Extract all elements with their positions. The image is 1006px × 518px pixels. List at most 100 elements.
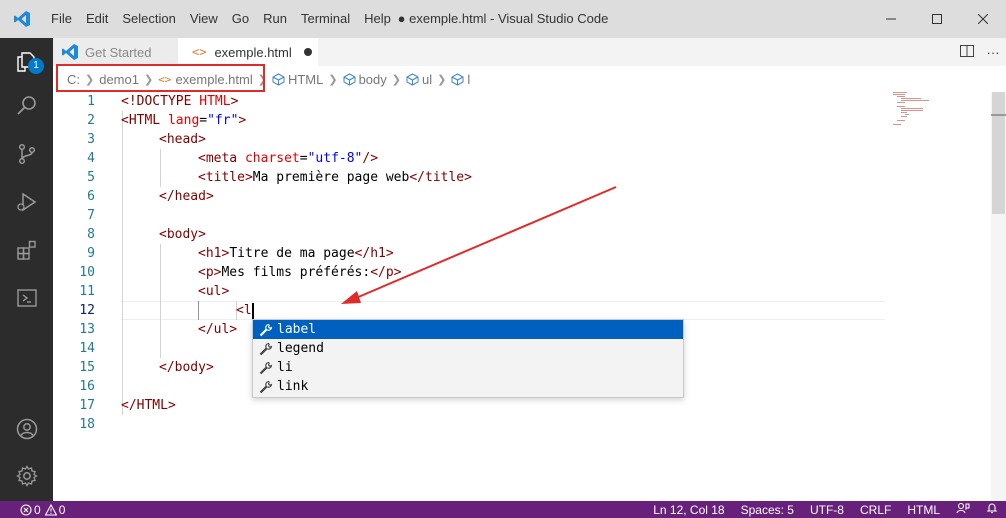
code-editor[interactable]: 1 2 3 4 5 6 7 8 9 10 11 12 13 14 15 16 1…	[53, 92, 1006, 501]
vertical-scrollbar[interactable]	[991, 92, 1006, 501]
line-number-gutter: 1 2 3 4 5 6 7 8 9 10 11 12 13 14 15 16 1…	[53, 92, 103, 501]
run-debug-icon[interactable]	[0, 178, 53, 226]
element-icon	[343, 72, 356, 86]
minimize-button[interactable]	[868, 0, 914, 38]
chevron-right-icon: ❯	[391, 73, 401, 86]
code-token: />	[362, 151, 379, 166]
minimize-icon	[886, 18, 896, 20]
close-button[interactable]	[960, 0, 1006, 38]
end-of-line[interactable]: CRLF	[852, 503, 899, 517]
menu-selection[interactable]: Selection	[115, 0, 182, 38]
minimap-line	[905, 114, 909, 115]
minimap-line	[897, 120, 905, 121]
element-icon	[451, 72, 464, 86]
menu-view[interactable]: View	[183, 0, 225, 38]
line-number: 8	[87, 227, 95, 242]
code-line: <head>	[159, 130, 206, 149]
autocomplete-suggestions: label legend li link	[252, 319, 684, 398]
status-bar: 0 0 Ln 12, Col 18 Spaces: 5 UTF-8 CRLF H…	[0, 501, 1006, 518]
feedback-icon[interactable]	[948, 502, 978, 517]
code-token: </title>	[409, 170, 472, 185]
vscode-logo-icon[interactable]	[0, 0, 44, 38]
title-bar: File Edit Selection View Go Run Terminal…	[0, 0, 1006, 38]
minimap-line	[893, 92, 907, 93]
scrollbar-thumb[interactable]	[992, 92, 1005, 214]
breadcrumb-file[interactable]: <> exemple.html	[158, 72, 253, 87]
menu-help[interactable]: Help	[357, 0, 398, 38]
minimap-line	[901, 98, 921, 99]
code-token: lang	[167, 113, 200, 128]
more-actions-icon[interactable]: ···	[980, 45, 1006, 60]
breadcrumb-symbol-ul[interactable]: ul	[406, 72, 432, 87]
code-line: </HTML>	[121, 396, 176, 415]
breadcrumb-symbol-l[interactable]: l	[451, 72, 470, 87]
source-control-icon[interactable]	[0, 130, 53, 178]
code-token: </head>	[159, 189, 214, 204]
chevron-right-icon: ❯	[328, 73, 338, 86]
maximize-button[interactable]	[914, 0, 960, 38]
tab-get-started[interactable]: Get Started	[53, 38, 178, 66]
breadcrumb-drive[interactable]: C:	[67, 72, 80, 87]
menu-terminal[interactable]: Terminal	[294, 0, 357, 38]
breadcrumb-folder[interactable]: demo1	[99, 72, 139, 87]
account-icon[interactable]	[0, 405, 53, 453]
code-token: <head>	[159, 132, 206, 147]
minimap-line	[897, 102, 905, 103]
remote-explorer-icon[interactable]	[0, 274, 53, 322]
breadcrumb-symbol-body[interactable]: body	[343, 72, 387, 87]
code-token: <h1>	[198, 246, 230, 261]
suggestion-item[interactable]: link	[253, 377, 683, 396]
tab-exemple-html[interactable]: <> exemple.html	[178, 38, 318, 66]
minimap-line	[901, 112, 907, 113]
line-number: 2	[87, 113, 95, 128]
notifications-bell-icon[interactable]	[978, 502, 1006, 517]
chevron-right-icon: ❯	[257, 73, 267, 86]
files-icon[interactable]: 1	[0, 38, 53, 86]
suggestion-item[interactable]: li	[253, 358, 683, 377]
encoding[interactable]: UTF-8	[802, 503, 852, 517]
menu-file[interactable]: File	[44, 0, 79, 38]
suggestion-label: link	[277, 379, 309, 394]
line-number-active: 12	[79, 303, 95, 318]
menu-run[interactable]: Run	[256, 0, 294, 38]
menu-bar: File Edit Selection View Go Run Terminal…	[44, 0, 398, 38]
breadcrumb-symbol-label: body	[358, 71, 387, 87]
menu-edit[interactable]: Edit	[79, 0, 115, 38]
vscode-logo-icon	[62, 44, 78, 60]
language-mode[interactable]: HTML	[899, 503, 948, 517]
indent-guide	[160, 244, 161, 358]
code-line: </body>	[159, 358, 214, 377]
scrollbar-cursor-marker	[991, 114, 1006, 116]
breadcrumb-symbol-label: HTML	[287, 71, 324, 87]
element-icon	[406, 72, 419, 86]
breadcrumb-symbol-label: l	[467, 71, 471, 87]
maximize-icon	[932, 14, 942, 24]
code-token: Titre de ma page	[229, 246, 355, 261]
split-editor-icon[interactable]	[954, 44, 980, 61]
unsaved-dot-icon[interactable]	[303, 48, 312, 56]
menu-go[interactable]: Go	[225, 0, 256, 38]
indentation[interactable]: Spaces: 5	[733, 503, 802, 517]
indent-guide	[122, 111, 123, 415]
line-number: 1	[87, 94, 95, 109]
problems-indicator[interactable]: 0 0	[0, 503, 65, 517]
code-token: <HTML	[121, 113, 168, 128]
activity-bar: 1	[0, 38, 53, 501]
breadcrumb-symbol-html[interactable]: HTML	[272, 72, 323, 87]
code-line: <p>Mes films préférés:</p>	[198, 263, 402, 282]
code-token: <meta	[198, 151, 245, 166]
suggestion-label: legend	[277, 341, 324, 356]
code-line: <l	[236, 301, 254, 320]
warning-count: 0	[58, 502, 66, 517]
suggestion-item[interactable]: label	[253, 320, 683, 339]
code-line: <h1>Titre de ma page</h1>	[198, 244, 394, 263]
search-icon[interactable]	[0, 82, 53, 130]
cursor-position[interactable]: Ln 12, Col 18	[645, 503, 732, 517]
extensions-icon[interactable]	[0, 226, 53, 274]
minimap[interactable]	[891, 92, 991, 132]
status-bar-right: Ln 12, Col 18 Spaces: 5 UTF-8 CRLF HTML	[645, 501, 1006, 518]
wrench-icon	[257, 322, 275, 338]
line-number: 13	[79, 322, 95, 337]
suggestion-item[interactable]: legend	[253, 339, 683, 358]
settings-gear-icon[interactable]	[0, 452, 53, 500]
